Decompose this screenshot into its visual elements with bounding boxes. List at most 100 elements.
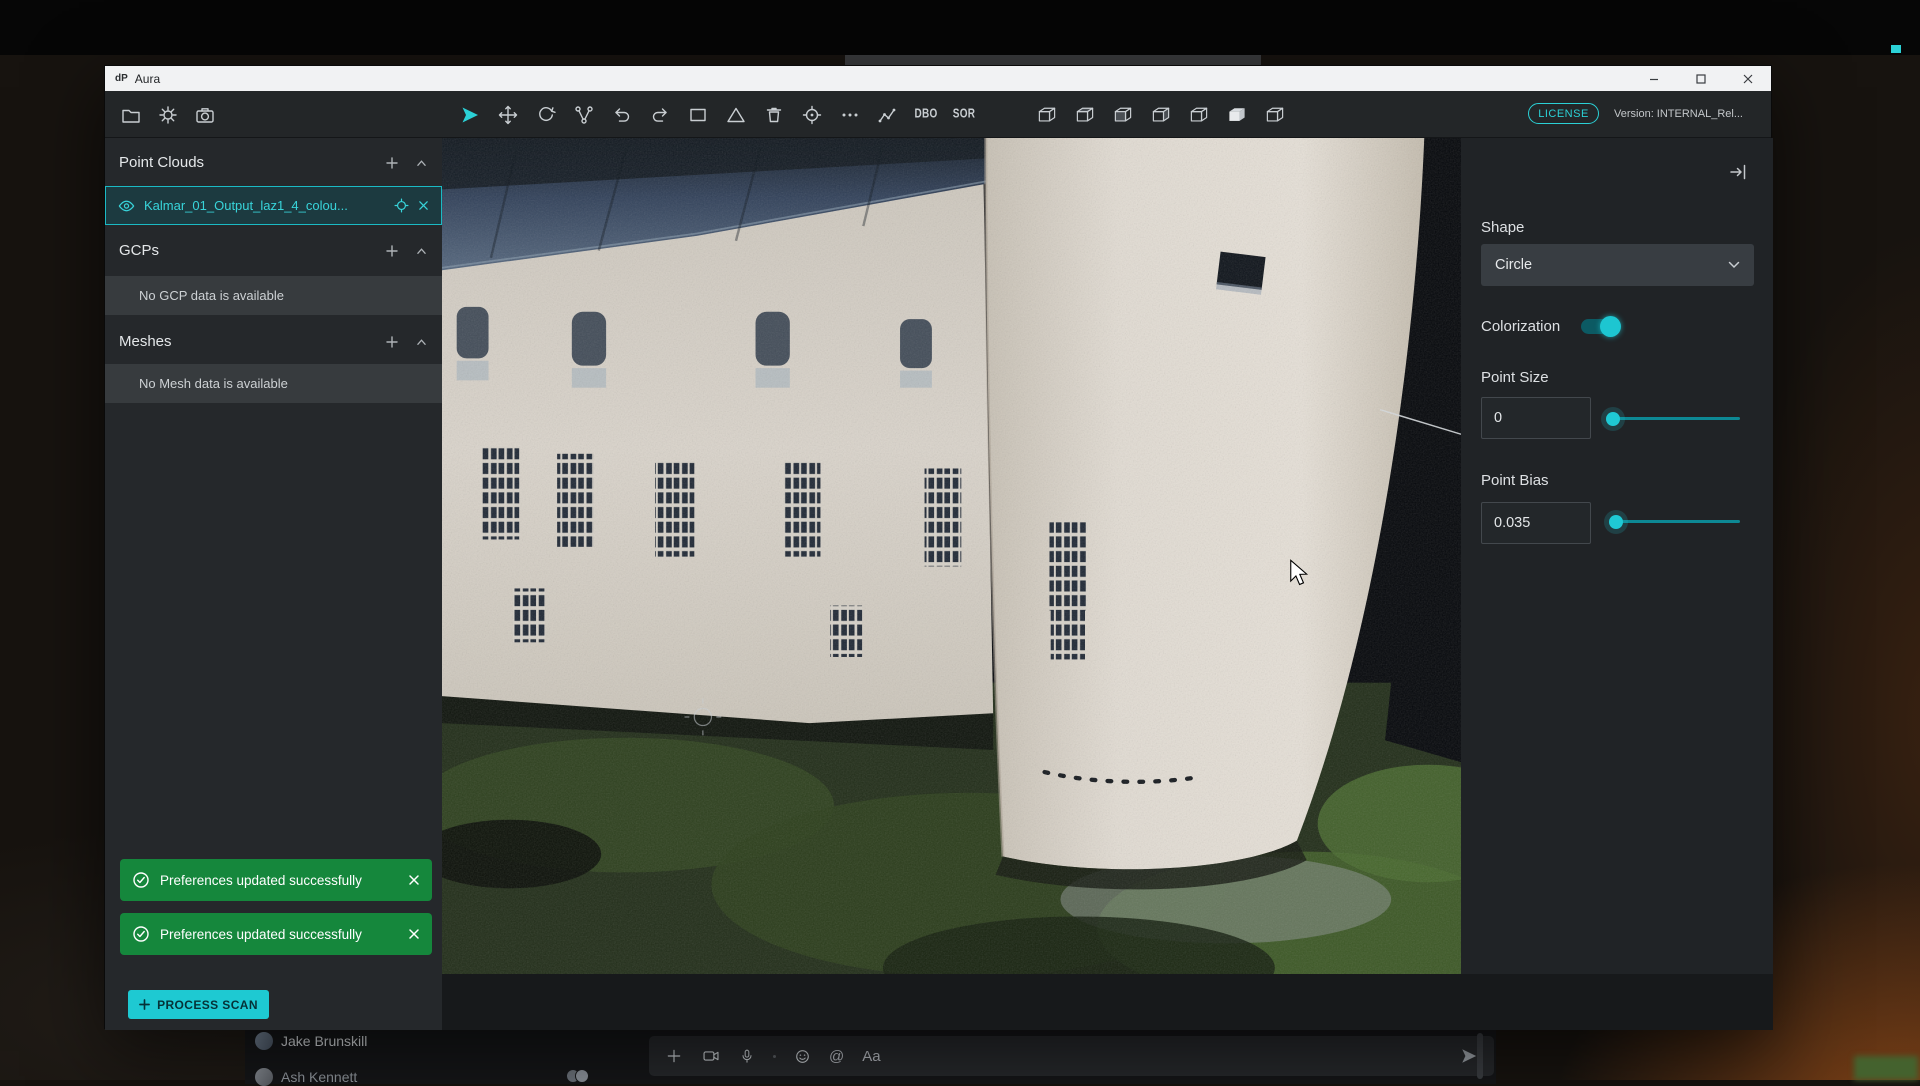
view-cube-button-5[interactable]	[1188, 91, 1210, 138]
point-bias-label: Point Bias	[1481, 472, 1549, 489]
minimize-icon	[1649, 74, 1659, 84]
view-cube-button-2[interactable]	[1074, 91, 1096, 138]
open-project-button[interactable]	[120, 91, 142, 138]
point-bias-slider[interactable]	[1612, 520, 1740, 523]
divider-dot	[773, 1055, 776, 1058]
orbit-tool-icon	[535, 104, 557, 126]
remove-icon[interactable]	[418, 200, 429, 211]
license-button[interactable]: LICENSE	[1528, 103, 1599, 124]
target-icon	[801, 104, 823, 126]
chat-user-name[interactable]: Jake Brunskill	[281, 1033, 367, 1049]
avatar[interactable]	[255, 1032, 273, 1050]
add-point-cloud-icon[interactable]	[385, 156, 399, 170]
node-tool-icon	[573, 104, 595, 126]
close-toast-icon[interactable]	[408, 874, 420, 886]
point-bias-slider-handle[interactable]	[1609, 515, 1623, 529]
view-cube-button-7[interactable]	[1264, 91, 1286, 138]
point-cloud-render	[442, 138, 1461, 974]
delete-button[interactable]	[763, 91, 785, 138]
undo-icon	[611, 104, 633, 126]
avatar[interactable]	[255, 1068, 273, 1086]
orbit-tool-button[interactable]	[535, 91, 557, 138]
desktop-green-patch	[1854, 1056, 1918, 1080]
process-scan-button[interactable]: PROCESS SCAN	[128, 990, 269, 1019]
maximize-button[interactable]	[1677, 66, 1724, 91]
point-size-slider[interactable]	[1612, 417, 1740, 420]
chat-user-name[interactable]: Ash Kennett	[281, 1069, 357, 1085]
box-select-icon	[687, 104, 709, 126]
microphone-icon[interactable]	[739, 1047, 755, 1065]
section-title: Point Clouds	[119, 154, 204, 171]
toast-message: Preferences updated successfully	[160, 927, 398, 942]
titlebar[interactable]: dP Aura	[105, 66, 1771, 91]
pan-tool-button[interactable]	[497, 91, 519, 138]
more-tools-button[interactable]	[839, 91, 861, 138]
chevron-up-icon[interactable]	[415, 158, 428, 168]
view-cube-button-1[interactable]	[1036, 91, 1058, 138]
sor-filter-button[interactable]: SOR	[953, 91, 975, 138]
view-cube-icon	[1150, 105, 1172, 125]
video-call-icon[interactable]	[701, 1047, 721, 1065]
chevron-up-icon[interactable]	[415, 246, 428, 256]
send-message-icon[interactable]	[1460, 1047, 1478, 1065]
point-cloud-list-item[interactable]: Kalmar_01_Output_laz1_4_colou...	[105, 186, 442, 225]
chevron-up-icon[interactable]	[415, 337, 428, 347]
screenshot-button[interactable]	[194, 91, 216, 138]
add-gcp-icon[interactable]	[385, 244, 399, 258]
close-toast-icon[interactable]	[408, 928, 420, 940]
view-cube-button-3[interactable]	[1112, 91, 1134, 138]
undo-button[interactable]	[611, 91, 633, 138]
point-clouds-section-header[interactable]: Point Clouds	[105, 144, 442, 181]
box-select-button[interactable]	[687, 91, 709, 138]
main-toolbar: DBO SOR LICENSE Version: INTERNAL_Rel...	[105, 91, 1771, 138]
mention-icon[interactable]: @	[829, 1048, 844, 1065]
visibility-eye-icon[interactable]	[118, 199, 135, 213]
pivot-tool-button[interactable]	[801, 91, 823, 138]
colorization-toggle[interactable]	[1581, 319, 1619, 334]
triangle-select-icon	[725, 104, 747, 126]
ellipsis-icon	[839, 104, 861, 126]
dbo-filter-button[interactable]: DBO	[915, 91, 937, 138]
add-attachment-icon[interactable]	[665, 1047, 683, 1065]
dbo-filter-label: DBO	[914, 108, 937, 122]
collapse-panel-button[interactable]	[1728, 162, 1750, 184]
chevron-down-icon	[1728, 261, 1740, 269]
process-scan-label: PROCESS SCAN	[157, 998, 258, 1012]
point-size-input[interactable]	[1481, 397, 1591, 439]
toast-message: Preferences updated successfully	[160, 873, 398, 888]
fly-tool-button[interactable]	[459, 91, 481, 138]
app-logo: dP	[115, 73, 128, 84]
shape-label: Shape	[1481, 219, 1524, 236]
chat-message-bar[interactable]: @ Aa	[649, 1036, 1494, 1076]
redo-button[interactable]	[649, 91, 671, 138]
emoji-icon[interactable]	[794, 1048, 811, 1065]
gcps-section-header[interactable]: GCPs	[105, 232, 442, 269]
scene-sidebar: Point Clouds Kalmar_01_Output_laz1_4_col…	[105, 138, 442, 1030]
close-button[interactable]	[1724, 66, 1771, 91]
point-cloud-name: Kalmar_01_Output_laz1_4_colou...	[144, 198, 385, 213]
close-icon	[1743, 74, 1753, 84]
plus-icon	[139, 999, 150, 1010]
trash-icon	[763, 104, 785, 126]
profile-tool-button[interactable]	[877, 91, 899, 138]
3d-viewport[interactable]	[442, 138, 1461, 974]
point-size-slider-handle[interactable]	[1606, 412, 1620, 426]
chat-scrollbar[interactable]	[1477, 1033, 1483, 1079]
polygon-select-button[interactable]	[725, 91, 747, 138]
add-mesh-icon[interactable]	[385, 335, 399, 349]
format-text-icon[interactable]: Aa	[862, 1048, 880, 1065]
shape-dropdown[interactable]: Circle	[1481, 244, 1754, 286]
desktop-teal-dot	[1891, 45, 1901, 53]
meshes-section-header[interactable]: Meshes	[105, 323, 442, 360]
node-tool-button[interactable]	[573, 91, 595, 138]
locate-icon[interactable]	[394, 198, 409, 213]
point-bias-input[interactable]	[1481, 502, 1591, 544]
view-cube-button-6[interactable]	[1226, 91, 1248, 138]
view-cube-icon	[1112, 105, 1134, 125]
pan-tool-icon	[497, 104, 519, 126]
settings-button[interactable]	[157, 91, 179, 138]
camera-icon	[194, 104, 216, 126]
minimize-button[interactable]	[1630, 66, 1677, 91]
view-cube-button-4[interactable]	[1150, 91, 1172, 138]
sor-filter-label: SOR	[953, 108, 976, 122]
